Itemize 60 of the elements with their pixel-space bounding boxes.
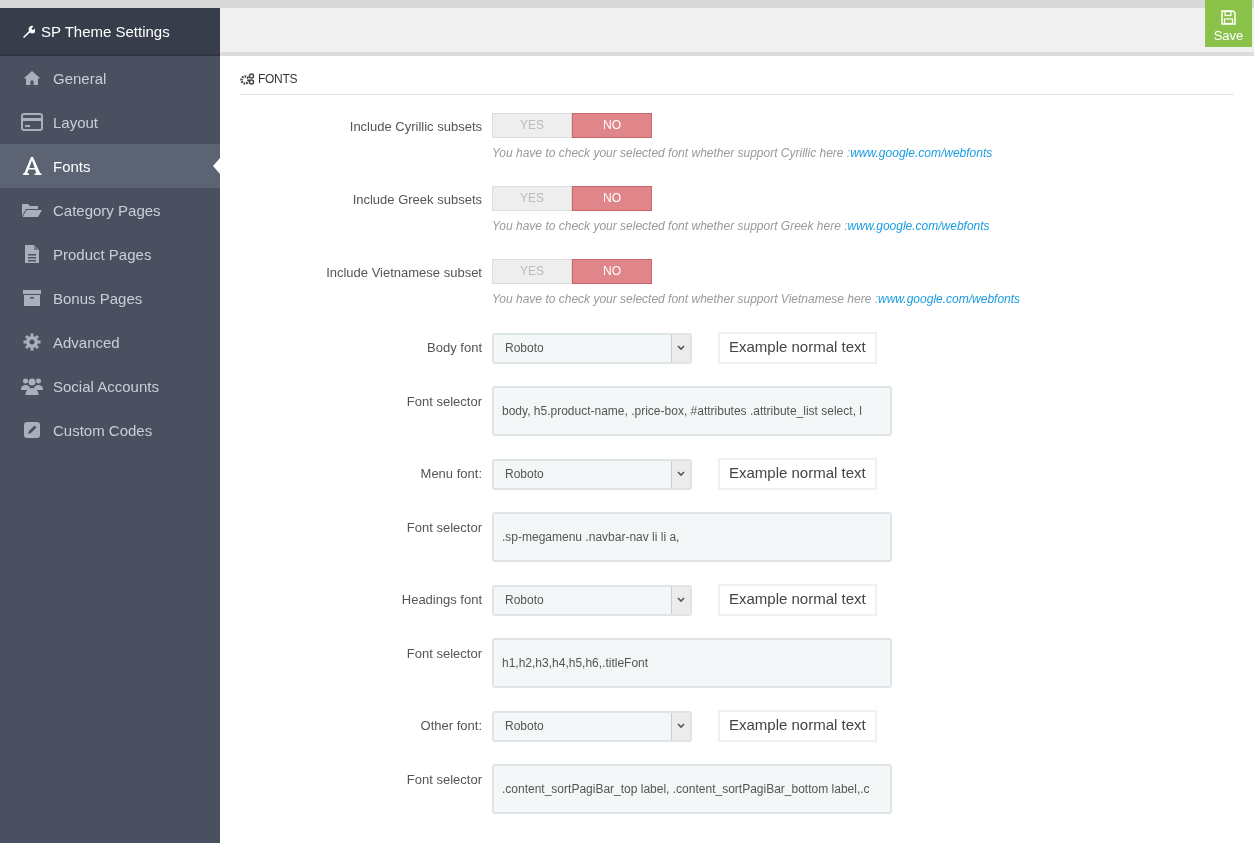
toggle-option[interactable]: NO xyxy=(572,259,652,284)
font-dropdown[interactable]: Roboto xyxy=(492,584,692,616)
gear-icon xyxy=(23,333,41,351)
letter-icon xyxy=(22,156,42,176)
field-label: Font selector xyxy=(405,519,482,537)
sidebar-item[interactable]: Category Pages xyxy=(0,188,220,232)
field-label: Font selector xyxy=(405,645,482,663)
people-icon xyxy=(21,377,43,395)
selector-textarea[interactable]: body, h5.product-name, .price-box, #attributes .attribute_list select, l xyxy=(492,386,892,436)
sidebar-title: SP Theme Settings xyxy=(41,22,170,40)
chevron-down-icon xyxy=(677,345,685,351)
sidebar-item[interactable]: Advanced xyxy=(0,320,220,364)
sidebar-item[interactable]: General xyxy=(0,56,220,100)
chevron-down-icon xyxy=(677,597,685,603)
pencil-square-icon xyxy=(23,421,41,439)
selector-textarea[interactable]: .sp-megamenu .navbar-nav li li a, xyxy=(492,512,892,562)
field-label: Other font: xyxy=(419,717,482,735)
font-dropdown[interactable]: Roboto xyxy=(492,458,692,490)
card-icon xyxy=(21,113,43,131)
webfonts-link[interactable]: www.google.com/webfonts xyxy=(847,219,990,233)
webfonts-link[interactable]: www.google.com/webfonts xyxy=(878,292,1021,306)
wrench-icon xyxy=(22,24,35,38)
box-icon xyxy=(22,289,42,307)
sidebar-item[interactable]: Bonus Pages xyxy=(0,276,220,320)
gears-icon xyxy=(240,73,255,85)
font-preview: Example normal text xyxy=(718,584,877,616)
font-dropdown[interactable]: Roboto xyxy=(492,710,692,742)
field-label: Headings font xyxy=(400,591,482,609)
webfonts-link[interactable]: www.google.com/webfonts xyxy=(850,146,993,160)
section-title: FONTS xyxy=(258,72,298,86)
home-icon xyxy=(23,70,41,86)
font-preview: Example normal text xyxy=(718,332,877,364)
floppy-icon xyxy=(1221,10,1236,25)
field-label: Include Vietnamese subset xyxy=(325,264,482,282)
help-text: You have to check your selected font whether support Vietnamese here :www.google.com/webfonts xyxy=(492,292,1021,306)
field-label: Include Cyrillic subsets xyxy=(348,118,482,136)
sidebar-item[interactable]: Product Pages xyxy=(0,232,220,276)
font-preview: Example normal text xyxy=(718,710,877,742)
field-label: Body font xyxy=(426,339,482,357)
font-dropdown[interactable]: Roboto xyxy=(492,332,692,364)
font-preview: Example normal text xyxy=(718,458,877,490)
help-text: You have to check your selected font whether support Greek here :www.google.com/webfonts xyxy=(492,219,990,233)
field-label: Menu font: xyxy=(419,465,482,483)
document-icon xyxy=(24,244,40,264)
chevron-down-icon xyxy=(677,723,685,729)
folder-icon xyxy=(21,202,43,218)
field-label: Font selector xyxy=(405,393,482,411)
selector-textarea[interactable]: .content_sortPagiBar_top label, .content_sortPagiBar_bottom label,.c xyxy=(492,764,892,814)
selector-textarea[interactable]: h1,h2,h3,h4,h5,h6,.titleFont xyxy=(492,638,892,688)
toggle-option[interactable]: NO xyxy=(572,113,652,138)
field-label: Font selector xyxy=(405,771,482,789)
pointer-icon xyxy=(213,158,220,174)
chevron-down-icon xyxy=(677,471,685,477)
sidebar-item[interactable]: Layout xyxy=(0,100,220,144)
field-label: Include Greek subsets xyxy=(351,191,482,209)
sidebar-item[interactable]: Social Accounts xyxy=(0,364,220,408)
sidebar-item[interactable]: Fonts xyxy=(0,144,220,188)
sidebar-item[interactable]: Custom Codes xyxy=(0,408,220,452)
help-text: You have to check your selected font whether support Cyrillic here :www.google.com/webfonts xyxy=(492,146,993,160)
toggle-option[interactable]: NO xyxy=(572,186,652,211)
